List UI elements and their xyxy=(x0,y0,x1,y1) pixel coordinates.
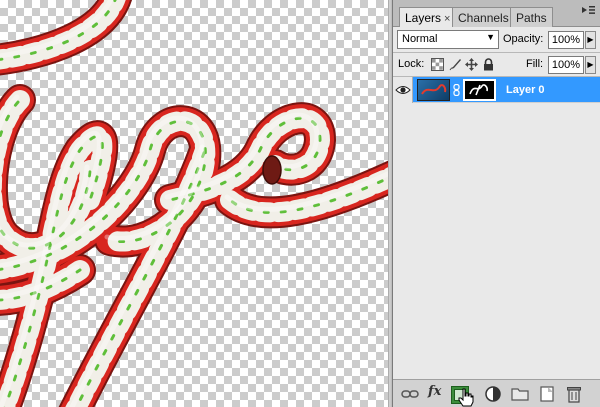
opacity-slider-arrow-icon[interactable]: ▶ xyxy=(585,31,596,49)
adjustment-layer-icon[interactable] xyxy=(484,385,502,403)
layers-bottom-toolbar: fx xyxy=(393,379,600,407)
hand-cursor-icon xyxy=(458,388,474,407)
fill-label: Fill: xyxy=(526,58,544,70)
tab-paths[interactable]: Paths xyxy=(510,7,553,27)
panel-menu-icon[interactable] xyxy=(580,4,596,20)
tab-channels[interactable]: Channels xyxy=(452,7,515,27)
panel-tab-bar: Layers × Channels Paths xyxy=(393,0,600,28)
fill-slider-arrow-icon[interactable]: ▶ xyxy=(585,56,596,74)
mask-link-icon[interactable] xyxy=(453,84,460,96)
new-layer-icon[interactable] xyxy=(538,385,556,403)
layer-mask-thumbnail[interactable] xyxy=(463,79,496,101)
layers-list: Layer 0 xyxy=(393,77,600,379)
layer-row-layer-0[interactable]: Layer 0 xyxy=(393,77,600,103)
fx-icon[interactable]: fx xyxy=(428,384,441,402)
blend-mode-value: Normal xyxy=(402,33,438,45)
lock-transparent-pixels-icon[interactable] xyxy=(431,58,444,71)
candy-cane-artwork xyxy=(0,0,388,407)
document-canvas[interactable] xyxy=(0,0,388,407)
opacity-field[interactable]: 100% xyxy=(548,31,584,49)
tab-paths-label: Paths xyxy=(516,11,547,25)
layer-name[interactable]: Layer 0 xyxy=(506,84,545,96)
lock-image-pixels-icon[interactable] xyxy=(449,58,462,71)
lock-position-icon[interactable] xyxy=(465,58,478,71)
layer-thumbnail[interactable] xyxy=(417,79,450,101)
lock-all-icon[interactable] xyxy=(482,58,495,71)
link-layers-icon[interactable] xyxy=(401,385,419,403)
lock-label: Lock: xyxy=(398,58,425,70)
chevron-down-icon: ▼ xyxy=(486,32,495,42)
blend-mode-select[interactable]: Normal ▼ xyxy=(397,30,499,49)
visibility-eye-icon[interactable] xyxy=(393,77,413,103)
tab-layers[interactable]: Layers × xyxy=(399,7,457,28)
layers-panel: Layers × Channels Paths Normal ▼ Opacity:… xyxy=(392,0,600,407)
tab-channels-label: Channels xyxy=(458,11,509,25)
fill-field[interactable]: 100% xyxy=(548,56,584,74)
delete-layer-icon[interactable] xyxy=(565,385,583,403)
new-group-icon[interactable] xyxy=(511,385,529,403)
opacity-label: Opacity: xyxy=(503,33,544,45)
close-tab-icon[interactable]: × xyxy=(444,13,450,25)
blend-row: Normal ▼ Opacity: 100% ▶ xyxy=(393,27,600,53)
tab-layers-label: Layers xyxy=(405,11,442,25)
lock-row: Lock: Fill: 100% ▶ xyxy=(393,53,600,77)
